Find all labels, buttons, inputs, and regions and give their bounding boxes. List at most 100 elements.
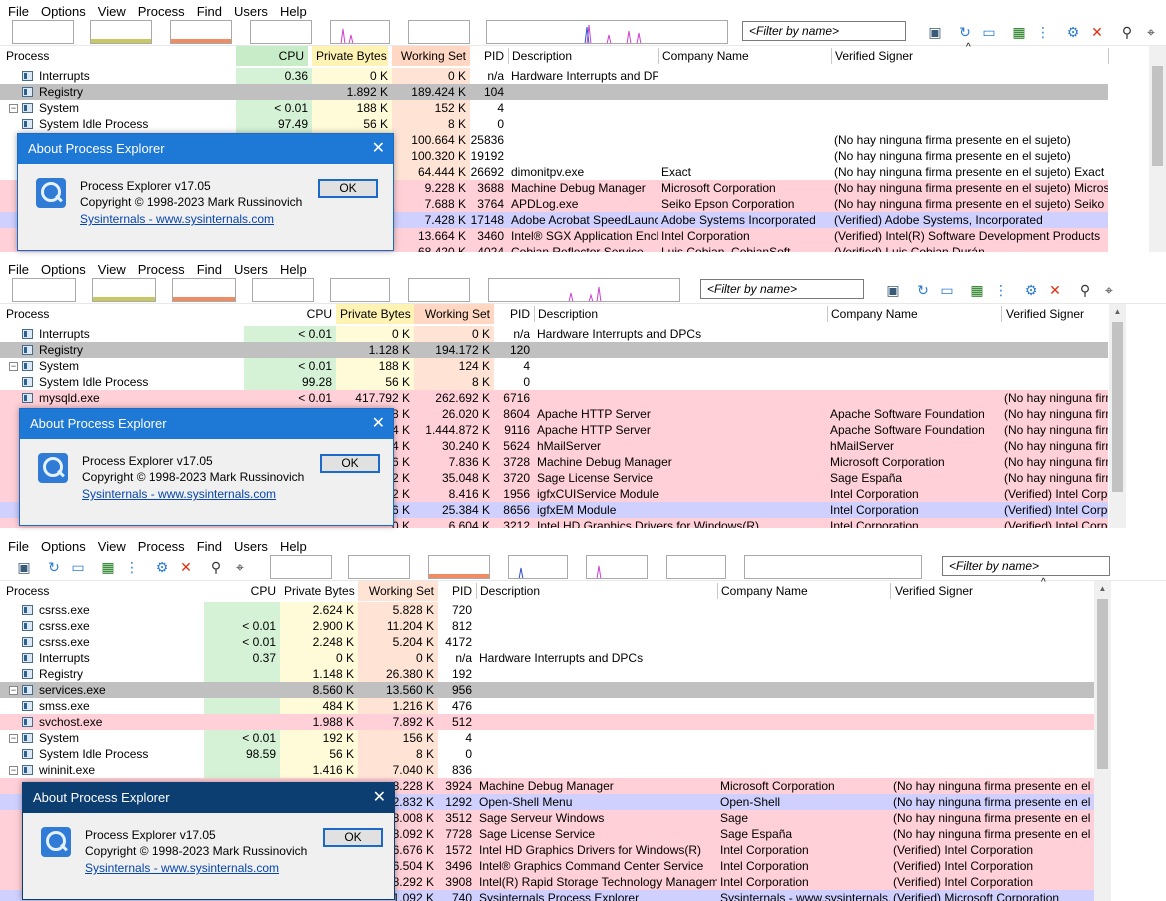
system-info-icon[interactable]: ▦ — [100, 559, 116, 575]
col-signer[interactable]: Verified Signer — [831, 46, 917, 66]
menu-file[interactable]: File — [4, 262, 37, 277]
cpu-graph[interactable] — [270, 555, 332, 579]
target-icon[interactable]: ⌖ — [232, 559, 248, 575]
menu-view[interactable]: View — [94, 539, 134, 554]
col-cpu[interactable]: CPU — [204, 581, 280, 601]
process-row[interactable]: System Idle Process 98.59 56 K8 K 0 — [0, 746, 1094, 762]
disk-graph[interactable] — [586, 555, 648, 579]
io-graph[interactable] — [428, 555, 490, 579]
menu-view[interactable]: View — [94, 4, 134, 19]
find-icon[interactable]: ⚲ — [208, 559, 224, 575]
window-icon[interactable]: ▭ — [939, 282, 955, 298]
properties-icon[interactable]: ⚙ — [1023, 282, 1039, 298]
activity-graph[interactable] — [744, 555, 922, 579]
tree-collapse-icon[interactable]: − — [9, 104, 18, 113]
filter-input[interactable]: <Filter by name> — [942, 556, 1110, 576]
commit-graph[interactable] — [92, 278, 156, 302]
cpu-graph[interactable] — [12, 278, 76, 302]
process-row[interactable]: csrss.exe < 0.01 2.900 K 11.204 K 812 — [0, 618, 1094, 634]
menu-users[interactable]: Users — [230, 4, 276, 19]
process-row[interactable]: Interrupts 0.37 0 K0 Kn/a Hardware Interrup… — [0, 650, 1094, 666]
menu-options[interactable]: Options — [37, 4, 94, 19]
properties-icon[interactable]: ⚙ — [154, 559, 170, 575]
col-working-set[interactable]: Working Set — [358, 581, 438, 601]
gpu-graph[interactable] — [408, 278, 470, 302]
process-row[interactable]: − wininit.exe 1.416 K 7.040 K 836 — [0, 762, 1094, 778]
vertical-scrollbar[interactable]: ▲ — [1094, 581, 1111, 901]
process-row[interactable]: System Idle Process 97.49 56 K8 K 0 — [0, 116, 1108, 132]
save-icon[interactable]: ▣ — [927, 24, 943, 40]
disk-graph[interactable] — [330, 20, 390, 44]
scroll-up-arrow-icon[interactable]: ▲ — [1094, 581, 1111, 597]
network-graph[interactable] — [250, 20, 312, 44]
process-row[interactable]: − System < 0.01 188 K 152 K 4 — [0, 100, 1108, 116]
col-process[interactable]: Process — [2, 304, 53, 324]
tree-collapse-icon[interactable]: − — [9, 686, 18, 695]
menu-file[interactable]: File — [4, 4, 37, 19]
tree-icon[interactable]: ⋮ — [124, 559, 140, 575]
process-row[interactable]: System Idle Process 99.28 56 K8 K 0 — [0, 374, 1108, 390]
col-private-bytes[interactable]: Private Bytes — [280, 581, 358, 601]
gpu-graph[interactable] — [666, 555, 726, 579]
commit-graph[interactable] — [348, 555, 410, 579]
target-icon[interactable]: ⌖ — [1143, 24, 1159, 40]
system-info-icon[interactable]: ▦ — [1011, 24, 1027, 40]
find-icon[interactable]: ⚲ — [1119, 24, 1135, 40]
col-company[interactable]: Company Name — [827, 304, 922, 324]
col-description[interactable]: Description — [534, 304, 602, 324]
process-row[interactable]: Interrupts < 0.01 0 K0 Kn/a Hardware Interr… — [0, 326, 1108, 342]
menu-process[interactable]: Process — [134, 262, 193, 277]
ok-button[interactable]: OK — [320, 454, 380, 473]
activity-graph[interactable] — [486, 20, 728, 44]
menu-find[interactable]: Find — [193, 539, 230, 554]
col-cpu[interactable]: CPU — [236, 46, 308, 66]
sysinternals-link[interactable]: Sysinternals - www.sysinternals.com — [82, 487, 276, 501]
refresh-icon[interactable]: ↻ — [915, 282, 931, 298]
gpu-graph[interactable] — [408, 20, 470, 44]
activity-graph[interactable] — [488, 278, 680, 302]
col-signer[interactable]: Verified Signer — [1002, 304, 1088, 324]
process-row[interactable]: mysqld.exe < 0.01 417.792 K 262.692 K 6716 (N… — [0, 390, 1108, 406]
col-signer[interactable]: Verified Signer — [891, 581, 977, 601]
sysinternals-link[interactable]: Sysinternals - www.sysinternals.com — [85, 861, 279, 875]
properties-icon[interactable]: ⚙ — [1065, 24, 1081, 40]
save-icon[interactable]: ▣ — [16, 559, 32, 575]
process-row[interactable]: Registry 1.128 K 194.172 K 120 — [0, 342, 1108, 358]
col-company[interactable]: Company Name — [658, 46, 753, 66]
menu-options[interactable]: Options — [37, 539, 94, 554]
process-row[interactable]: Registry 1.892 K 189.424 K 104 — [0, 84, 1108, 100]
sysinternals-link[interactable]: Sysinternals - www.sysinternals.com — [80, 212, 274, 226]
process-row[interactable]: csrss.exe < 0.01 2.248 K 5.204 K 4172 — [0, 634, 1094, 650]
kill-process-icon[interactable]: ✕ — [1089, 24, 1105, 40]
io-graph[interactable] — [172, 278, 236, 302]
col-description[interactable]: Description — [476, 581, 544, 601]
vertical-scrollbar[interactable]: ▲ — [1109, 304, 1126, 528]
window-icon[interactable]: ▭ — [70, 559, 86, 575]
menu-users[interactable]: Users — [230, 262, 276, 277]
system-info-icon[interactable]: ▦ — [969, 282, 985, 298]
scrollbar-thumb[interactable] — [1097, 599, 1108, 769]
filter-input[interactable]: <Filter by name> — [700, 279, 864, 299]
ok-button[interactable]: OK — [318, 179, 378, 198]
process-row[interactable]: smss.exe 484 K 1.216 K 476 — [0, 698, 1094, 714]
col-cpu[interactable]: CPU — [244, 304, 336, 324]
ok-button[interactable]: OK — [323, 828, 383, 847]
menu-view[interactable]: View — [94, 262, 134, 277]
col-process[interactable]: Process — [2, 581, 53, 601]
cpu-graph[interactable] — [12, 20, 74, 44]
col-company[interactable]: Company Name — [717, 581, 812, 601]
menu-find[interactable]: Find — [193, 4, 230, 19]
menu-help[interactable]: Help — [276, 539, 315, 554]
tree-icon[interactable]: ⋮ — [993, 282, 1009, 298]
disk-graph[interactable] — [330, 278, 390, 302]
process-row[interactable]: − System < 0.01 192 K 156 K 4 — [0, 730, 1094, 746]
col-pid[interactable]: PID — [494, 304, 534, 324]
close-icon[interactable]: ✕ — [373, 783, 386, 813]
col-process[interactable]: Process — [2, 46, 53, 66]
kill-process-icon[interactable]: ✕ — [178, 559, 194, 575]
menu-users[interactable]: Users — [230, 539, 276, 554]
target-icon[interactable]: ⌖ — [1101, 282, 1117, 298]
col-working-set[interactable]: Working Set — [392, 46, 470, 66]
process-row[interactable]: − System < 0.01 188 K 124 K 4 — [0, 358, 1108, 374]
close-icon[interactable]: ✕ — [372, 409, 385, 439]
